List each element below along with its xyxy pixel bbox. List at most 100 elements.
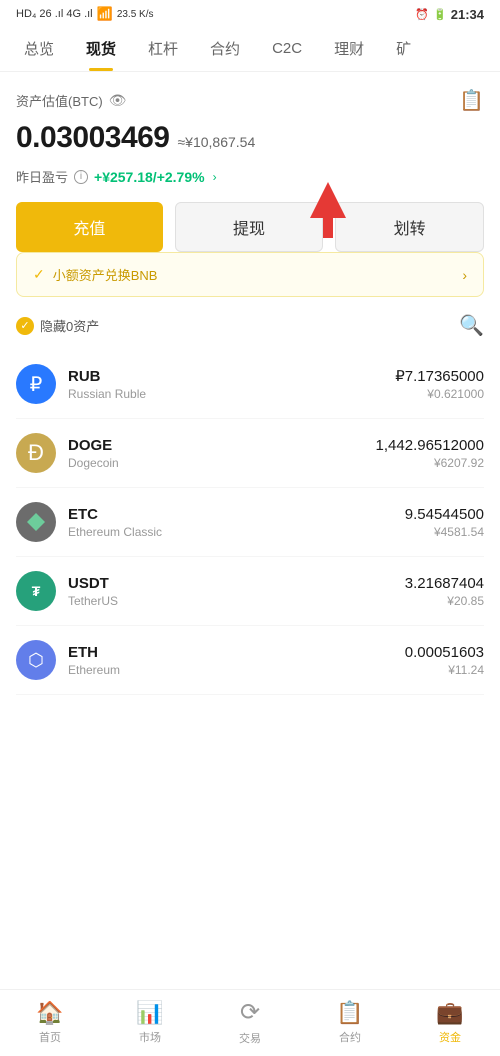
etc-symbol-text: ETC <box>68 506 405 523</box>
usdt-fullname: TetherUS <box>68 594 405 608</box>
info-icon[interactable]: i <box>74 170 88 184</box>
trade-icon: ⟳ <box>240 998 260 1027</box>
doge-amount: 1,442.96512000 <box>376 437 484 454</box>
bnb-banner[interactable]: ✓ 小额资产兑换BNB › <box>16 252 484 297</box>
asset-label-text: 资产估值(BTC) <box>16 91 103 110</box>
usdt-symbol-text: USDT <box>68 575 405 592</box>
withdraw-button[interactable]: 提现 <box>175 202 324 252</box>
hide-zero-control[interactable]: ✓ 隐藏0资产 <box>16 316 99 335</box>
home-label: 首页 <box>39 1029 61 1045</box>
market-icon: 📊 <box>136 1000 163 1026</box>
usdt-amount: 3.21687404 <box>405 575 484 592</box>
action-buttons: 充值 提现 划转 <box>16 202 484 252</box>
rub-info: RUB Russian Ruble <box>68 368 395 401</box>
eth-fullname: Ethereum <box>68 663 405 677</box>
speed-indicator: 23.5 K/s <box>117 9 154 20</box>
wifi-icon: 📶 <box>97 6 113 22</box>
doge-cny: ¥6207.92 <box>376 456 484 470</box>
etc-amounts: 9.54544500 ¥4581.54 <box>405 506 484 539</box>
bottom-nav-funds[interactable]: 💼 资金 <box>400 990 500 1056</box>
list-item[interactable]: ₮ USDT TetherUS 3.21687404 ¥20.85 <box>16 557 484 626</box>
tab-mining[interactable]: 矿 <box>380 26 427 71</box>
etc-diamond-shape <box>27 513 45 531</box>
futures-label: 合约 <box>339 1029 361 1045</box>
rub-symbol-text: RUB <box>68 368 395 385</box>
doge-symbol-text: DOGE <box>68 437 376 454</box>
rub-icon: ₽ <box>16 364 56 404</box>
current-time: 21:34 <box>451 7 484 22</box>
list-item[interactable]: ⬡ ETH Ethereum 0.00051603 ¥11.24 <box>16 626 484 695</box>
bnb-check-icon: ✓ <box>33 266 45 283</box>
doge-info: DOGE Dogecoin <box>68 437 376 470</box>
nav-tabs: 总览 现货 杠杆 合约 C2C 理财 矿 <box>0 26 500 72</box>
bottom-nav-market[interactable]: 📊 市场 <box>100 990 200 1056</box>
bottom-nav-futures[interactable]: 📋 合约 <box>300 990 400 1056</box>
futures-icon: 📋 <box>336 1000 363 1026</box>
btc-value: 0.03003469 <box>16 121 170 155</box>
list-controls: ✓ 隐藏0资产 🔍 <box>16 313 484 338</box>
funds-label: 资金 <box>439 1029 461 1045</box>
tab-finance[interactable]: 理财 <box>318 26 380 71</box>
eth-symbol-text: ETH <box>68 644 405 661</box>
etc-icon <box>16 502 56 542</box>
status-bar: HD₄ 26 .ıl 4G .ıl 📶 23.5 K/s ⏰ 🔋 21:34 <box>0 0 500 26</box>
asset-value-row: 0.03003469 ≈¥10,867.54 <box>16 121 484 155</box>
doge-fullname: Dogecoin <box>68 456 376 470</box>
signal-icons: HD₄ 26 .ıl 4G .ıl <box>16 8 93 20</box>
pnl-value: +¥257.18/+2.79% <box>94 169 205 185</box>
eth-icon: ⬡ <box>16 640 56 680</box>
main-content: 资产估值(BTC) 👁 📋 0.03003469 ≈¥10,867.54 昨日盈… <box>0 72 500 765</box>
rub-fullname: Russian Ruble <box>68 387 395 401</box>
hide-zero-label: 隐藏0资产 <box>40 316 99 335</box>
asset-list: ₽ RUB Russian Ruble ₽7.17365000 ¥0.62100… <box>16 350 484 695</box>
tab-spot[interactable]: 现货 <box>70 26 132 71</box>
etc-fullname: Ethereum Classic <box>68 525 405 539</box>
usdt-info: USDT TetherUS <box>68 575 405 608</box>
list-item[interactable]: Ð DOGE Dogecoin 1,442.96512000 ¥6207.92 <box>16 419 484 488</box>
search-icon[interactable]: 🔍 <box>459 313 484 338</box>
bnb-banner-content: ✓ 小额资产兑换BNB <box>33 265 157 284</box>
deposit-button[interactable]: 充值 <box>16 202 163 252</box>
eth-cny: ¥11.24 <box>405 663 484 677</box>
eth-amounts: 0.00051603 ¥11.24 <box>405 644 484 677</box>
status-left: HD₄ 26 .ıl 4G .ıl 📶 23.5 K/s <box>16 6 154 22</box>
rub-amount: ₽7.17365000 <box>395 367 484 385</box>
bottom-nav: 🏠 首页 📊 市场 ⟳ 交易 📋 合约 💼 资金 <box>0 989 500 1056</box>
market-label: 市场 <box>139 1029 161 1045</box>
usdt-amounts: 3.21687404 ¥20.85 <box>405 575 484 608</box>
bnb-chevron-icon: › <box>462 267 467 283</box>
hide-zero-checkbox[interactable]: ✓ <box>16 317 34 335</box>
tab-margin[interactable]: 杠杆 <box>132 26 194 71</box>
history-icon[interactable]: 📋 <box>459 88 484 113</box>
alarm-icon: ⏰ <box>415 8 429 21</box>
bnb-text: 小额资产兑换BNB <box>53 265 158 284</box>
eth-info: ETH Ethereum <box>68 644 405 677</box>
transfer-button[interactable]: 划转 <box>335 202 484 252</box>
tab-c2c[interactable]: C2C <box>256 28 318 69</box>
trade-label: 交易 <box>239 1030 261 1046</box>
funds-icon: 💼 <box>436 1000 463 1026</box>
battery-icon: 🔋 <box>433 8 447 21</box>
pnl-label: 昨日盈亏 <box>16 167 68 186</box>
etc-cny: ¥4581.54 <box>405 525 484 539</box>
cny-approx: ≈¥10,867.54 <box>178 134 256 150</box>
usdt-icon: ₮ <box>16 571 56 611</box>
eth-amount: 0.00051603 <box>405 644 484 661</box>
list-item[interactable]: ₽ RUB Russian Ruble ₽7.17365000 ¥0.62100… <box>16 350 484 419</box>
etc-amount: 9.54544500 <box>405 506 484 523</box>
usdt-cny: ¥20.85 <box>405 594 484 608</box>
pnl-chevron[interactable]: › <box>213 170 217 184</box>
asset-label: 资产估值(BTC) 👁 <box>16 91 126 110</box>
rub-cny: ¥0.621000 <box>395 387 484 401</box>
tab-overview[interactable]: 总览 <box>8 26 70 71</box>
status-right: ⏰ 🔋 21:34 <box>415 7 484 22</box>
asset-header: 资产估值(BTC) 👁 📋 <box>16 88 484 113</box>
bottom-nav-trade[interactable]: ⟳ 交易 <box>200 990 300 1056</box>
doge-amounts: 1,442.96512000 ¥6207.92 <box>376 437 484 470</box>
eye-icon[interactable]: 👁 <box>109 92 127 109</box>
bottom-nav-home[interactable]: 🏠 首页 <box>0 990 100 1056</box>
doge-icon: Ð <box>16 433 56 473</box>
tab-futures[interactable]: 合约 <box>194 26 256 71</box>
list-item[interactable]: ETC Ethereum Classic 9.54544500 ¥4581.54 <box>16 488 484 557</box>
etc-info: ETC Ethereum Classic <box>68 506 405 539</box>
